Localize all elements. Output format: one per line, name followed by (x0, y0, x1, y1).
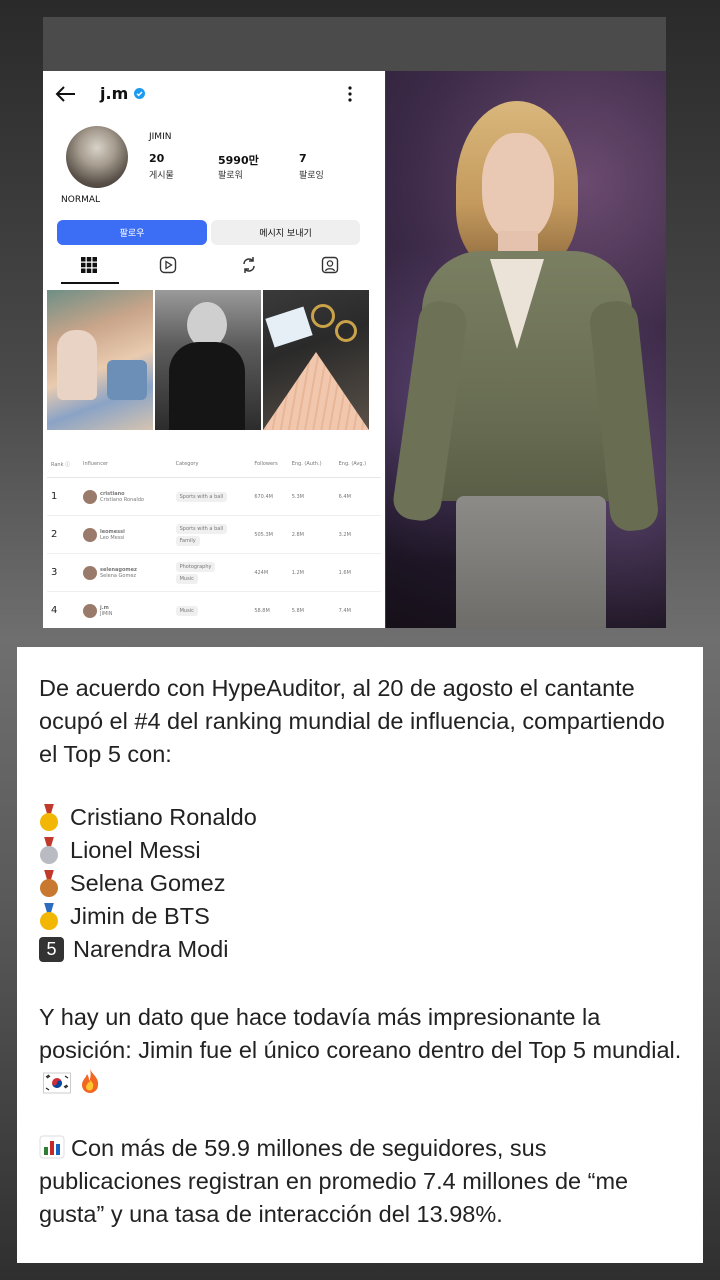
reposts-tab-icon[interactable] (240, 256, 258, 274)
engagement-avg-value: 7.4M (337, 591, 381, 628)
top5-list: Cristiano Ronaldo Lionel Messi Selena Go… (39, 801, 689, 966)
list-item-text: Jimin de BTS (70, 903, 210, 929)
category-tag: Photography (175, 561, 216, 572)
rank-number: 3 (47, 553, 82, 592)
rank-number: 1 (47, 477, 82, 516)
collage-top-strip (43, 17, 666, 71)
influencer-avatar (83, 603, 97, 618)
influencer-avatar (83, 527, 97, 542)
following-label: 팔로잉 (299, 171, 324, 181)
engagement-auth-value: 1.2M (290, 553, 338, 592)
post-thumbnail[interactable] (155, 290, 261, 430)
engagement-avg-value: 1.6M (337, 553, 381, 592)
person-pants (456, 496, 606, 628)
sports-medal-icon (39, 902, 59, 931)
instagram-profile-screenshot: j.m JIMIN 20 게시물 5990만 팔로워 7 팔로잉 NORMAL … (43, 71, 385, 628)
active-tab-indicator (61, 282, 119, 284)
engagement-auth-value: 2.8M (290, 515, 338, 554)
posts-count[interactable]: 20 (149, 152, 164, 165)
profile-username: j.m (100, 84, 129, 103)
column-header: Eng. (Auth.) (290, 451, 338, 478)
verified-icon (134, 88, 145, 99)
posts-label: 게시물 (149, 171, 174, 181)
profile-display-name: JIMIN (149, 132, 172, 142)
category-tag: Sports with a ball (175, 491, 228, 502)
followers-label: 팔로워 (218, 171, 243, 181)
caption-note-block: Y hay un dato que hace todavía más impre… (39, 1001, 689, 1100)
influencer-name: Selena Gomez (100, 572, 137, 579)
influencer-name: JIMIN (100, 610, 113, 617)
caption-stats: Con más de 59.9 millones de seguidores, … (39, 1135, 629, 1227)
column-header: Followers (253, 451, 291, 478)
followers-value: 58.8M (253, 591, 291, 628)
concert-photo (386, 71, 666, 628)
table-row[interactable]: 4 j.m JIMIN Music 58.8M 5.8M 7.4M (47, 591, 381, 628)
list-item: Jimin de BTS (39, 900, 689, 933)
list-item-text: Cristiano Ronaldo (70, 804, 257, 830)
table-row[interactable]: 2 leomessi Leo Messi Sports with a ball Fa… (47, 515, 381, 554)
followers-count[interactable]: 5990만 (218, 152, 259, 168)
silver-medal-icon (39, 836, 59, 865)
column-header: Influencer (82, 451, 175, 478)
influencer-avatar (83, 489, 97, 504)
column-header: Eng. (Avg.) (337, 451, 381, 478)
following-count[interactable]: 7 (299, 152, 307, 165)
table-row[interactable]: 3 selenagomez Selena Gomez Photography Mus… (47, 553, 381, 592)
caption-card: De acuerdo con HypeAuditor, al 20 de ago… (17, 647, 703, 1263)
category-tag: Sports with a ball (175, 523, 228, 534)
caption-intro: De acuerdo con HypeAuditor, al 20 de ago… (39, 675, 665, 767)
follow-button[interactable]: 팔로우 (57, 220, 207, 245)
list-item: 5 Narendra Modi (39, 933, 689, 966)
screenshot-collage: j.m JIMIN 20 게시물 5990만 팔로워 7 팔로잉 NORMAL … (43, 17, 666, 628)
caption-stats-block: Con más de 59.9 millones de seguidores, … (39, 1132, 689, 1231)
post-thumbnail[interactable] (263, 290, 369, 430)
engagement-avg-value: 6.4M (337, 477, 381, 516)
influencer-name: Cristiano Ronaldo (100, 496, 144, 503)
influencer-name: Leo Messi (100, 534, 125, 541)
followers-value: 505.3M (253, 515, 291, 554)
person-face (482, 133, 554, 241)
category-tag: Music (175, 573, 198, 584)
column-header: Category (174, 451, 254, 478)
back-arrow-icon[interactable] (55, 85, 77, 103)
followers-value: 670.4M (253, 477, 291, 516)
fire-icon (81, 1068, 98, 1093)
list-item-text: Lionel Messi (70, 837, 201, 863)
reels-tab-icon[interactable] (159, 256, 177, 274)
bar-chart-icon (39, 1135, 65, 1159)
keycap-5-icon: 5 (39, 937, 64, 962)
list-item: Lionel Messi (39, 834, 689, 867)
engagement-auth-value: 5.3M (290, 477, 338, 516)
south-korea-flag-icon (43, 1072, 71, 1094)
table-row[interactable]: 1 cristiano Cristiano Ronaldo Sports with… (47, 477, 381, 516)
send-message-button[interactable]: 메시지 보내기 (211, 220, 360, 245)
gold-medal-icon (39, 803, 59, 832)
influencer-ranking-table: Rank ⓘ Influencer Category Followers Eng… (47, 451, 381, 628)
influencer-avatar (83, 565, 97, 580)
profile-avatar[interactable] (66, 126, 128, 188)
grid-tab-icon[interactable] (80, 256, 98, 274)
list-item: Selena Gomez (39, 867, 689, 900)
engagement-avg-value: 3.2M (337, 515, 381, 554)
list-item-text: Selena Gomez (70, 870, 226, 896)
rank-number: 2 (47, 515, 82, 554)
tagged-tab-icon[interactable] (321, 256, 339, 274)
list-item: Cristiano Ronaldo (39, 801, 689, 834)
rank-number: 4 (47, 591, 82, 628)
column-header: Rank ⓘ (47, 451, 82, 478)
post-thumbnail[interactable] (47, 290, 153, 430)
category-tag: Family (175, 535, 200, 546)
followers-value: 424M (253, 553, 291, 592)
list-item-text: Narendra Modi (73, 936, 229, 962)
more-options-icon[interactable] (346, 85, 354, 103)
category-tag: Music (175, 605, 198, 616)
caption-note: Y hay un dato que hace todavía más impre… (39, 1004, 682, 1063)
profile-badge: NORMAL (61, 195, 101, 205)
engagement-auth-value: 5.8M (290, 591, 338, 628)
bronze-medal-icon (39, 869, 59, 898)
